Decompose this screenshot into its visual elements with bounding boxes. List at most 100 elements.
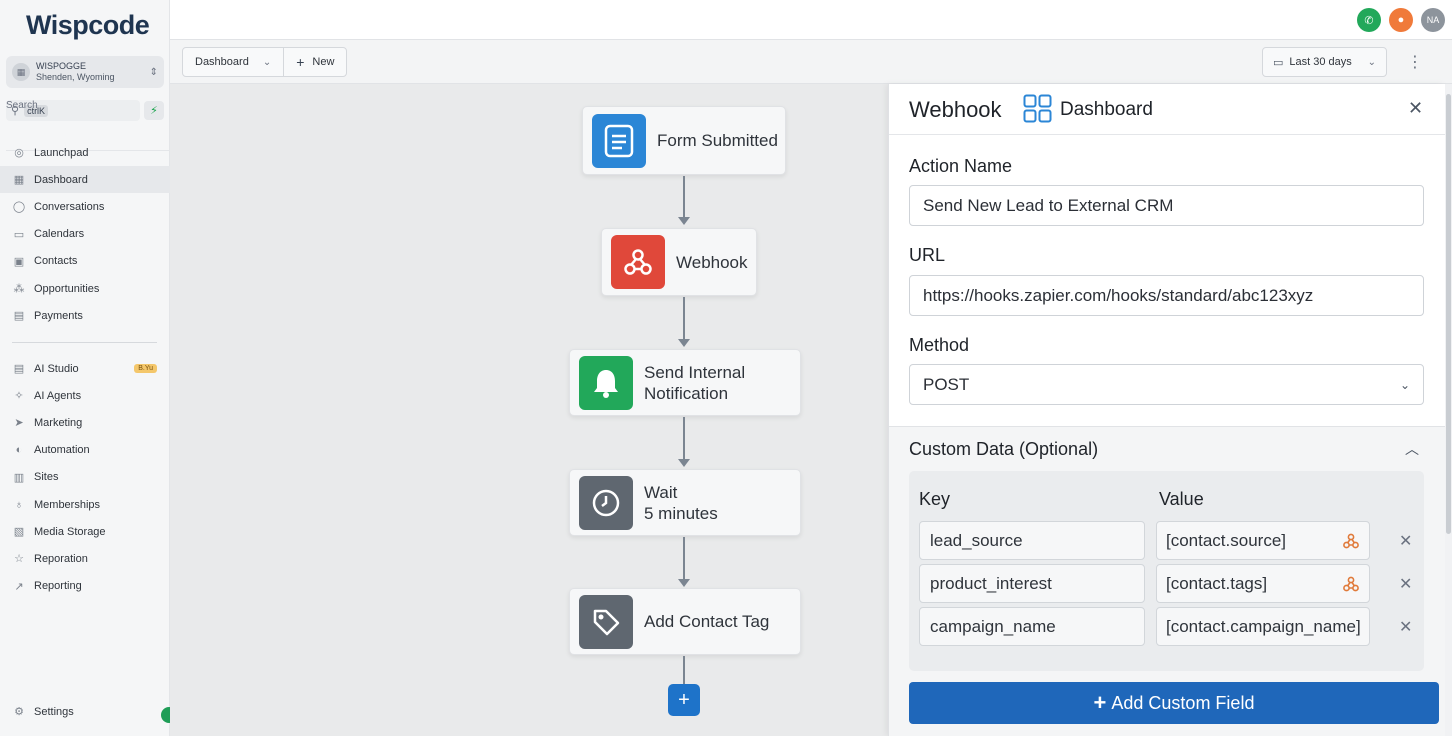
sidebar-item-launchpad[interactable]: ◎ Launchpad <box>0 139 170 166</box>
node-label: Add Contact Tag <box>644 612 770 631</box>
node-label: Webhook <box>676 252 748 272</box>
plus-icon: + <box>296 54 305 70</box>
primary-nav: ◎ Launchpad ▦ Dashboard ◯ Conversations ▭ Ca… <box>0 139 170 329</box>
account-location: Shenden, Wyoming <box>36 72 115 82</box>
node-label: Send Internal Notification <box>644 362 746 403</box>
remove-row-icon[interactable]: ✕ <box>1399 617 1412 637</box>
opportunities-icon: ⁂ <box>13 283 25 296</box>
sidebar: Wispcode ▦ WISPOGGE Shenden, Wyoming ⇕ ⚲… <box>0 0 563 736</box>
sidebar-item-contacts[interactable]: ▣ Contacts <box>0 248 170 275</box>
sidebar-item-automation[interactable]: ◐ Automation <box>0 437 170 464</box>
value-input[interactable]: [contact.source] <box>1156 521 1370 560</box>
tag-icon <box>579 594 633 649</box>
connector-arrow <box>678 459 690 467</box>
panel-title: Webhook <box>909 97 1002 122</box>
bell-icon: ● <box>1397 14 1405 26</box>
payments-icon: ▤ <box>13 310 25 323</box>
sites-icon: ▥ <box>13 471 25 484</box>
value-header: Value <box>1159 489 1204 509</box>
bell-icon <box>579 355 633 410</box>
sidebar-item-sites[interactable]: ▥ Sites <box>0 464 170 491</box>
chevron-down-icon: ⌄ <box>1367 56 1376 68</box>
custom-data-title[interactable]: Custom Data (Optional) <box>909 439 1098 460</box>
user-avatar[interactable]: NA <box>1421 8 1445 32</box>
sidebar-item-reporting[interactable]: ↗ Reporting <box>0 573 170 600</box>
chevron-up-icon[interactable]: ︿ <box>1405 439 1419 459</box>
node-label: Wait <box>644 482 678 502</box>
method-label: Method <box>909 335 970 355</box>
plus-icon: + <box>678 688 690 711</box>
connector-arrow <box>678 217 690 225</box>
chevron-down-icon: ⌄ <box>262 56 272 68</box>
panel-scrollbar[interactable] <box>1445 84 1452 736</box>
sidebar-item-payments[interactable]: ▤ Payments <box>0 302 170 329</box>
new-button[interactable]: + New <box>283 48 346 76</box>
webhook-icon[interactable] <box>1342 532 1360 550</box>
sidebar-item-settings[interactable]: ⚙ Settings <box>0 698 170 725</box>
value-input[interactable]: [contact.tags] <box>1156 564 1370 603</box>
sidebar-item-dashboard[interactable]: ▦ Dashboard <box>0 166 170 194</box>
dashboard-icon: ▦ <box>13 174 25 187</box>
add-custom-field-button[interactable]: + Add Custom Field <box>909 682 1439 724</box>
panel-breadcrumb[interactable]: Dashboard <box>1060 99 1153 121</box>
url-label: URL <box>909 245 946 265</box>
calendar-icon: ▭ <box>1273 56 1284 69</box>
method-value: POST <box>923 374 970 394</box>
workflow-node-wait[interactable]: Wait 5 minutes <box>569 469 801 536</box>
form-icon <box>592 113 646 168</box>
sidebar-item-marketing[interactable]: ➤ Marketing <box>0 409 170 436</box>
workflow-canvas[interactable]: Form Submitted Webhook Send Internal Not… <box>170 84 888 736</box>
chat-icon: ◯ <box>12 201 26 214</box>
remove-row-icon[interactable]: ✕ <box>1399 574 1412 594</box>
workflow-node-add-tag[interactable]: Add Contact Tag <box>569 588 801 655</box>
sidebar-item-conversations[interactable]: ◯ Conversations <box>0 193 170 220</box>
sidebar-item-opportunities[interactable]: ⁂ Opportunities <box>0 275 170 302</box>
gear-icon: ⚙ <box>14 706 24 719</box>
search-input[interactable]: ⚲ Search ctrlK <box>6 100 563 151</box>
brand-logo[interactable]: Wispcode <box>26 10 150 41</box>
remove-row-icon[interactable]: ✕ <box>1399 531 1412 551</box>
value-input[interactable]: [contact.campaign_name] <box>1156 607 1370 646</box>
account-switcher[interactable]: ▦ WISPOGGE Shenden, Wyoming ⇕ <box>6 56 164 88</box>
phone-icon: ✆ <box>1364 14 1374 27</box>
chevron-updown-icon: ⇕ <box>149 66 158 78</box>
notifications-button[interactable]: ● <box>1389 8 1413 32</box>
phone-button[interactable]: ✆ <box>1357 8 1381 32</box>
plus-icon: + <box>1093 690 1107 715</box>
sidebar-item-ai-studio[interactable]: ▤ AI Studio B.Yu <box>0 355 170 382</box>
key-input[interactable]: campaign_name <box>919 607 1145 646</box>
bolt-icon[interactable]: ⚡ <box>144 101 164 120</box>
url-input[interactable]: https://hooks.zapier.com/hooks/standard/… <box>909 275 1424 316</box>
key-header: Key <box>919 489 951 509</box>
memberships-icon: ♁ <box>14 498 24 511</box>
method-select[interactable]: POST ⌄ <box>909 364 1424 405</box>
connector-line <box>683 176 685 218</box>
workflow-node-form-submitted[interactable]: Form Submitted <box>582 106 786 175</box>
webhook-icon[interactable] <box>1342 575 1360 593</box>
connector-arrow <box>678 579 690 587</box>
star-icon: ☆ <box>14 553 24 566</box>
view-select[interactable]: Dashboard ⌄ <box>183 48 283 76</box>
connector-line <box>683 537 685 580</box>
reporting-icon: ↗ <box>14 580 24 593</box>
scrollbar-thumb[interactable] <box>1446 94 1451 534</box>
action-name-input[interactable]: Send New Lead to External CRM <box>909 185 1424 226</box>
connector-line <box>683 297 685 340</box>
key-input[interactable]: lead_source <box>919 521 1145 560</box>
workflow-node-send-notification[interactable]: Send Internal Notification <box>569 349 801 416</box>
sidebar-item-media-storage[interactable]: ▧ Media Storage <box>0 518 170 545</box>
add-step-button[interactable]: + <box>668 684 700 716</box>
custom-data-table: Key Value lead_source [contact.source] ✕… <box>909 471 1424 671</box>
webhook-panel: Webhook Dashboard ✕ Action Name Send New… <box>888 84 1446 736</box>
node-sublabel: 5 minutes <box>644 503 718 523</box>
sidebar-item-memberships[interactable]: ♁ Memberships <box>0 491 170 518</box>
key-input[interactable]: product_interest <box>919 564 1145 603</box>
launchpad-icon: ◎ <box>14 147 24 160</box>
date-range-select[interactable]: ▭ Last 30 days ⌄ <box>1262 47 1387 77</box>
sidebar-item-calendars[interactable]: ▭ Calendars <box>0 221 170 248</box>
sidebar-item-ai-agents[interactable]: ✧ AI Agents <box>0 382 170 409</box>
workflow-node-webhook[interactable]: Webhook <box>601 228 757 296</box>
sidebar-item-reporation[interactable]: ☆ Reporation <box>0 545 170 572</box>
close-icon[interactable]: ✕ <box>1408 98 1423 119</box>
more-options-icon[interactable]: ⋮ <box>1407 52 1423 72</box>
